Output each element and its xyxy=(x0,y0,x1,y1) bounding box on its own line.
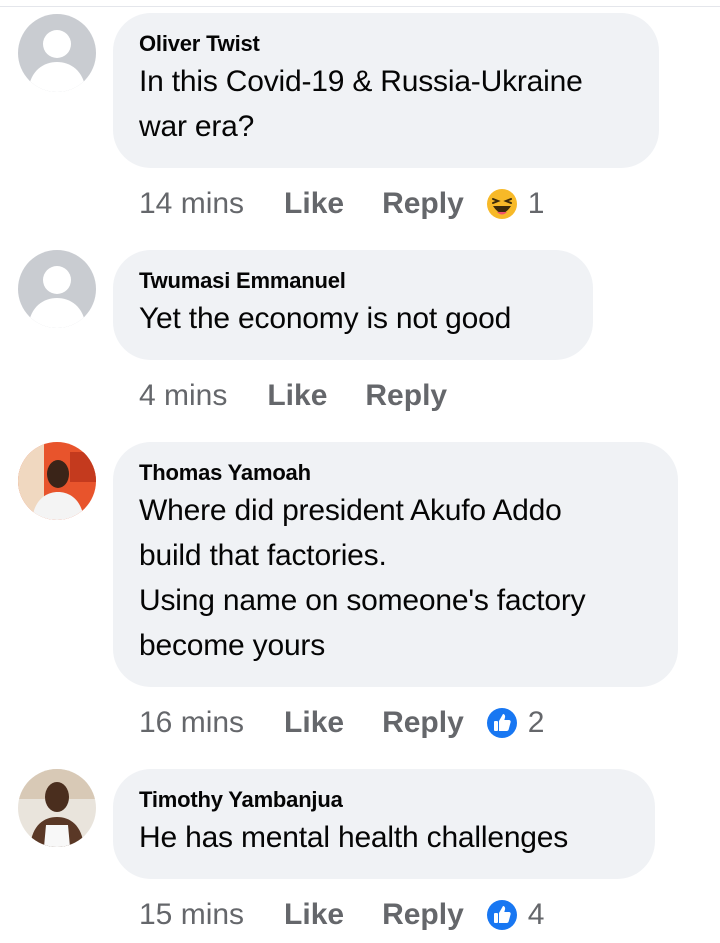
comment-text-line: He has mental health challenges xyxy=(139,821,569,854)
user-photo-icon xyxy=(18,442,96,520)
like-button[interactable]: Like xyxy=(284,187,344,221)
comment-author[interactable]: Thomas Yamoah xyxy=(139,460,652,486)
default-avatar-icon xyxy=(18,250,96,328)
reaction-summary[interactable]: 4 xyxy=(486,898,545,932)
comment-timestamp[interactable]: 15 mins xyxy=(139,898,244,932)
comment-text: He has mental health challenges xyxy=(139,815,629,860)
reply-button[interactable]: Reply xyxy=(365,379,447,413)
like-reaction-icon xyxy=(486,708,517,738)
comment-text-line: Yet the economy is not good xyxy=(139,302,512,335)
like-button[interactable]: Like xyxy=(284,706,344,740)
like-button[interactable]: Like xyxy=(267,379,327,413)
comment-bubble: Oliver Twist In this Covid-19 & Russia-U… xyxy=(113,13,659,168)
comment-actions: 16 mins Like Reply 2 xyxy=(139,703,544,743)
user-photo-icon xyxy=(18,769,96,847)
comment-text: In this Covid-19 & Russia-Ukraine war er… xyxy=(139,59,633,149)
like-button[interactable]: Like xyxy=(284,898,344,932)
comment-timestamp[interactable]: 14 mins xyxy=(139,187,244,221)
comment-author[interactable]: Oliver Twist xyxy=(139,31,633,57)
reaction-count: 1 xyxy=(527,187,545,220)
reply-button[interactable]: Reply xyxy=(382,706,464,740)
avatar[interactable] xyxy=(18,769,96,847)
reaction-summary[interactable]: 2 xyxy=(486,706,545,740)
like-reaction-icon xyxy=(486,900,517,930)
avatar[interactable] xyxy=(18,250,96,328)
comment-text-line: build that factories. xyxy=(139,539,387,572)
reaction-count: 2 xyxy=(527,706,545,739)
comment-timestamp[interactable]: 16 mins xyxy=(139,706,244,740)
comment-text-line: Using name on someone's factory xyxy=(139,584,586,617)
reaction-count: 4 xyxy=(527,898,545,931)
avatar[interactable] xyxy=(18,442,96,520)
reaction-summary[interactable]: 1 xyxy=(486,187,545,221)
comment-actions: 4 mins Like Reply xyxy=(139,376,485,416)
comment-timestamp[interactable]: 4 mins xyxy=(139,379,227,413)
avatar[interactable] xyxy=(18,14,96,92)
comment-bubble: Timothy Yambanjua He has mental health c… xyxy=(113,769,655,879)
comment-author[interactable]: Timothy Yambanjua xyxy=(139,787,629,813)
default-avatar-icon xyxy=(18,14,96,92)
comment-text: Where did president Akufo Addo build tha… xyxy=(139,488,652,668)
comment-actions: 15 mins Like Reply 4 xyxy=(139,895,544,935)
top-divider xyxy=(0,0,720,7)
reply-button[interactable]: Reply xyxy=(382,898,464,932)
comment-bubble: Twumasi Emmanuel Yet the economy is not … xyxy=(113,250,593,360)
comment-text-line: In this Covid-19 & Russia-Ukraine xyxy=(139,65,583,98)
haha-reaction-icon xyxy=(486,189,517,219)
reply-button[interactable]: Reply xyxy=(382,187,464,221)
comment-text-line: war era? xyxy=(139,110,255,143)
comment-text-line: Where did president Akufo Addo xyxy=(139,494,562,527)
comment-author[interactable]: Twumasi Emmanuel xyxy=(139,268,567,294)
comment-text: Yet the economy is not good xyxy=(139,296,567,341)
comment-text-line: become yours xyxy=(139,629,326,662)
comment-bubble: Thomas Yamoah Where did president Akufo … xyxy=(113,442,678,687)
comment-actions: 14 mins Like Reply 1 xyxy=(139,184,544,224)
